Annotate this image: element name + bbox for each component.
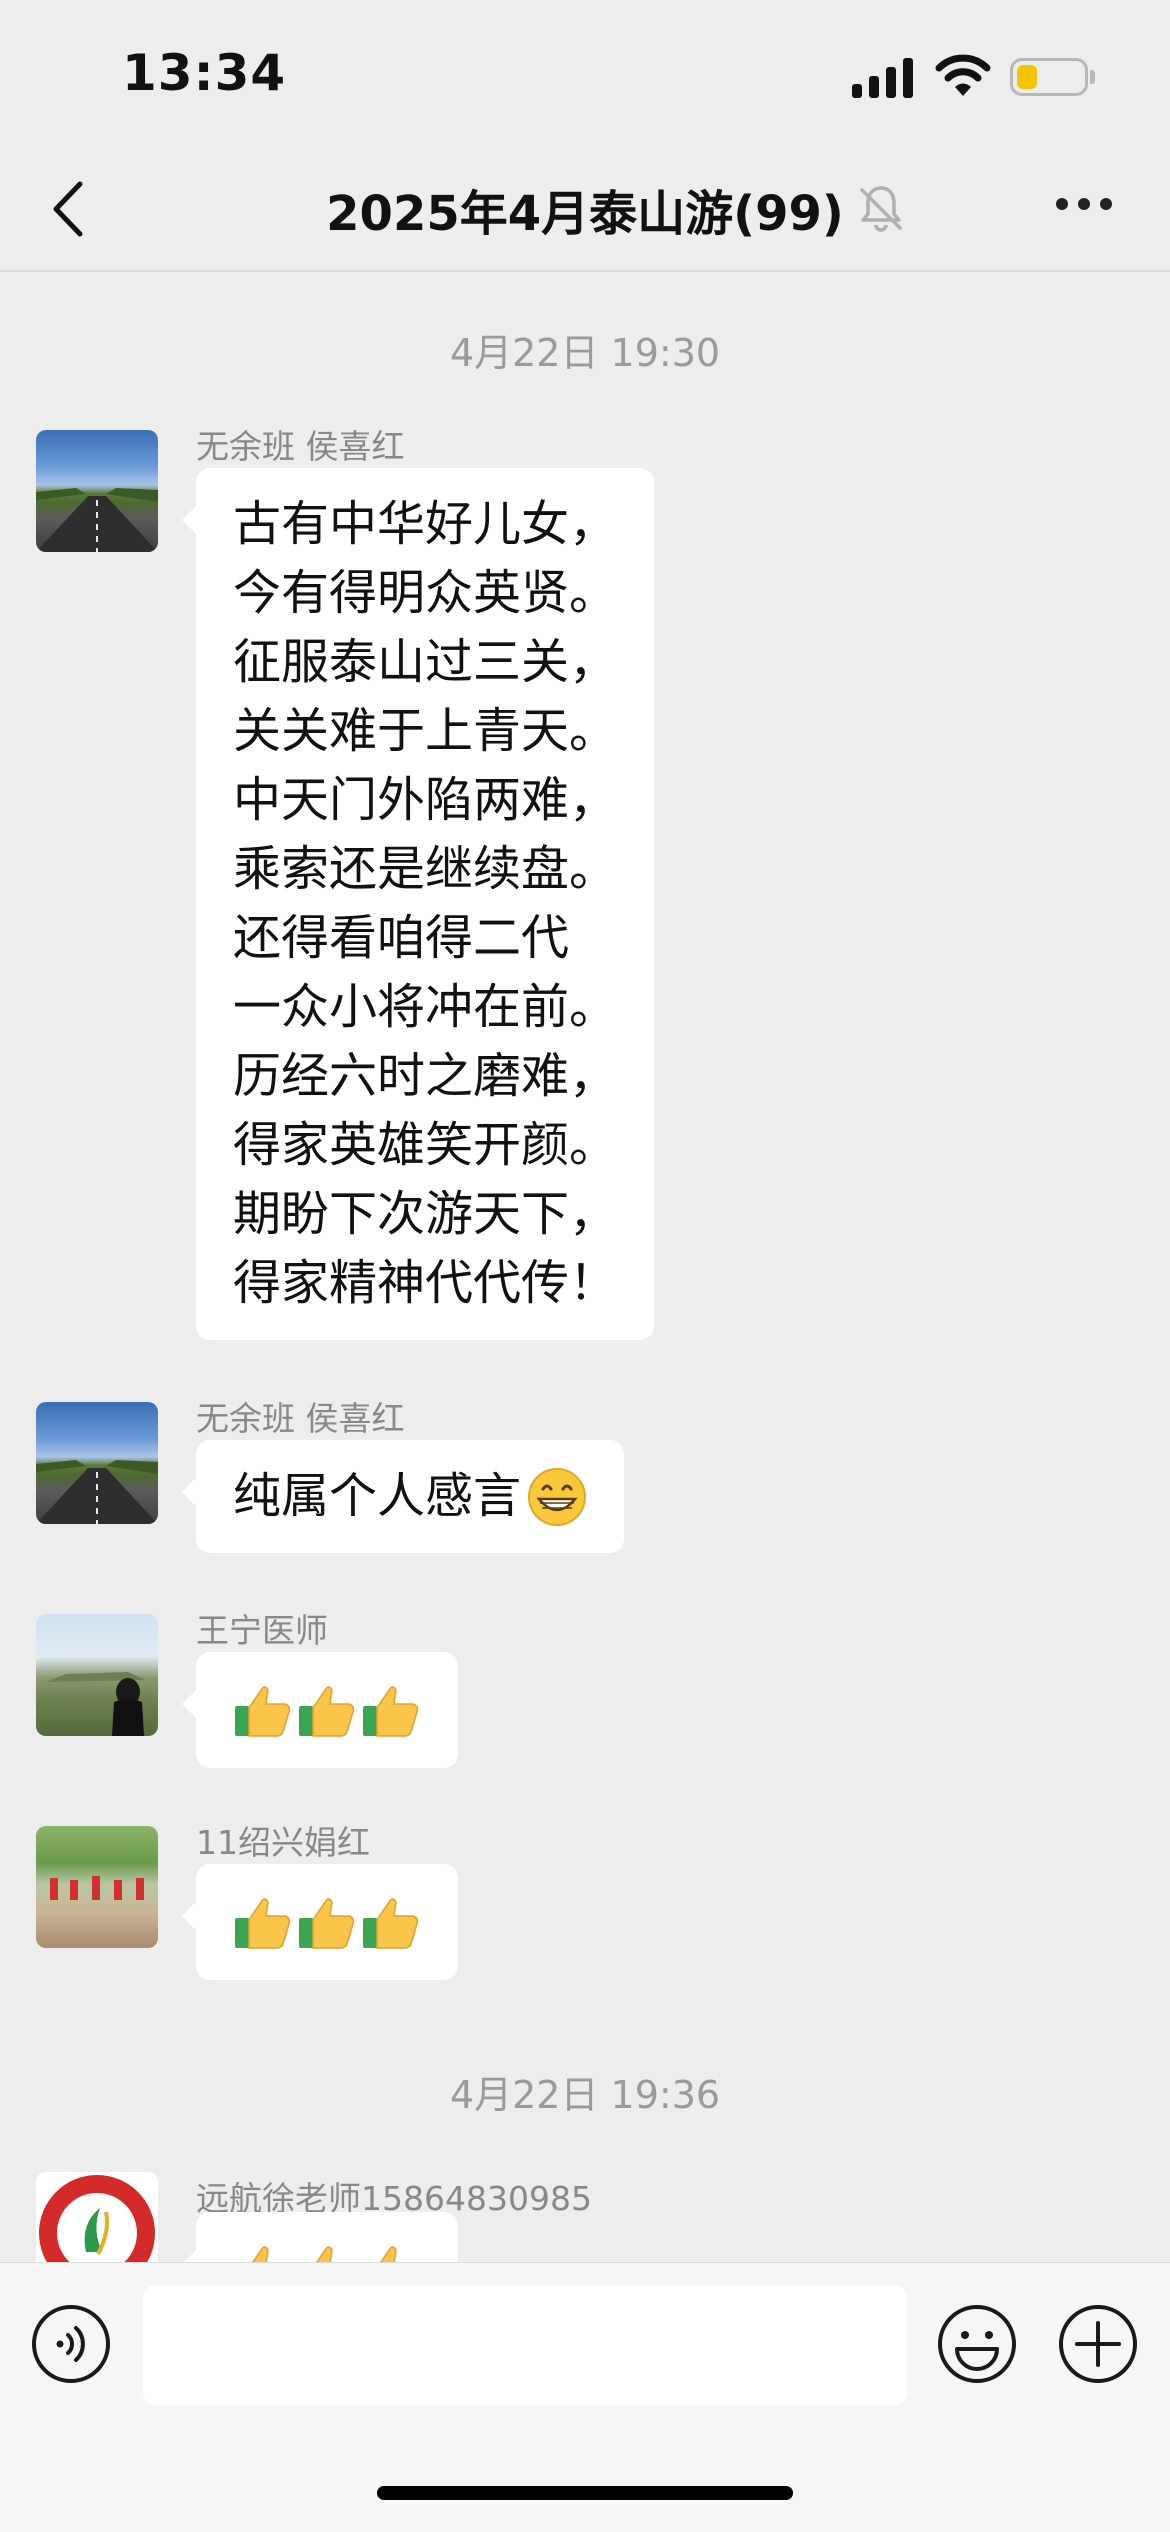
message-input[interactable] — [143, 2285, 907, 2405]
home-indicator — [377, 2486, 793, 2500]
message-bubble[interactable]: 古有中华好儿女， 今有得明众英贤。 征服泰山过三关， 关关难于上青天。 中天门外… — [181, 468, 655, 1340]
sender-avatar[interactable] — [36, 2172, 158, 2262]
sender-avatar[interactable] — [36, 1826, 158, 1948]
poem-line: 征服泰山过三关， — [233, 634, 618, 690]
mute-bell-icon — [860, 186, 902, 232]
battery-tip — [1090, 70, 1095, 84]
poem-line: 得家精神代代传！ — [233, 1255, 618, 1311]
battery-level-fill — [1017, 65, 1037, 89]
thumbs-up-icon — [235, 1898, 291, 1949]
thumbs-up-icon — [252, 2246, 269, 2262]
thumbs-up-icon — [363, 1898, 419, 1949]
poem-line: 关关难于上青天。 — [233, 703, 618, 759]
message-bubble[interactable] — [182, 1652, 458, 1768]
message-bubble[interactable] — [182, 1864, 458, 1980]
poem-line: 历经六时之磨难， — [233, 1048, 618, 1104]
thumbs-up-icon — [299, 1686, 355, 1737]
poem-line: 一众小将冲在前。 — [233, 979, 618, 1035]
thumbs-up-icon — [299, 1898, 355, 1949]
more-options-icon[interactable] — [1056, 198, 1112, 214]
poem-line: 古有中华好儿女， — [233, 496, 618, 552]
voice-input-icon[interactable] — [30, 2303, 112, 2385]
grinning-face-icon — [528, 1467, 587, 1526]
thumbs-up-row — [233, 2234, 421, 2262]
chat-screen: 13:34 2025年4月泰山游(99) 4月22日 19:30 无余班 侯喜红… — [0, 0, 1170, 2532]
sender-avatar[interactable] — [36, 1402, 158, 1524]
thumbs-up-row — [233, 1674, 421, 1746]
emoji-icon[interactable] — [936, 2303, 1018, 2385]
status-time: 13:34 — [122, 44, 287, 102]
chat-timestamp: 4月22日 19:36 — [449, 2073, 721, 2117]
chat-header: 2025年4月泰山游(99) — [0, 150, 1170, 272]
sender-avatar[interactable] — [36, 1614, 158, 1736]
poem-line: 期盼下次游天下， — [233, 1186, 618, 1242]
chat-message: 远航徐老师15864830985 — [36, 2172, 1136, 2262]
poem-line: 乘索还是继续盘。 — [233, 841, 618, 897]
thumbs-up-row — [233, 1886, 421, 1958]
message-bubble[interactable] — [182, 2212, 458, 2262]
chat-timestamp: 4月22日 19:30 — [449, 331, 721, 375]
poem-line: 还得看咱得二代 — [233, 910, 570, 966]
plus-icon[interactable] — [1057, 2303, 1139, 2385]
sender-avatar[interactable] — [36, 430, 158, 552]
poem-line: 今有得明众英贤。 — [233, 565, 618, 621]
thumbs-up-icon — [235, 1686, 291, 1737]
poem-line: 得家英雄笑开颜。 — [233, 1117, 618, 1173]
sender-name: 无余班 侯喜红 — [196, 1399, 405, 1438]
wifi-icon — [935, 54, 991, 96]
sender-name: 无余班 侯喜红 — [196, 427, 405, 466]
chat-title: 2025年4月泰山游(99) — [326, 186, 844, 242]
battery-icon — [1010, 58, 1088, 96]
thumbs-up-icon — [316, 2246, 333, 2262]
status-bar: 13:34 — [0, 0, 1170, 150]
thumbs-up-icon — [380, 2246, 397, 2262]
thumbs-up-icon — [363, 1686, 419, 1737]
sender-name: 11绍兴娟红 — [196, 1823, 370, 1862]
cellular-signal-icon — [852, 58, 914, 98]
message-text: 纯属个人感言 — [233, 1468, 522, 1524]
poem-line: 中天门外陷两难， — [233, 772, 618, 828]
message-bubble[interactable]: 纯属个人感言 — [181, 1440, 625, 1553]
sender-name: 王宁医师 — [196, 1611, 328, 1650]
